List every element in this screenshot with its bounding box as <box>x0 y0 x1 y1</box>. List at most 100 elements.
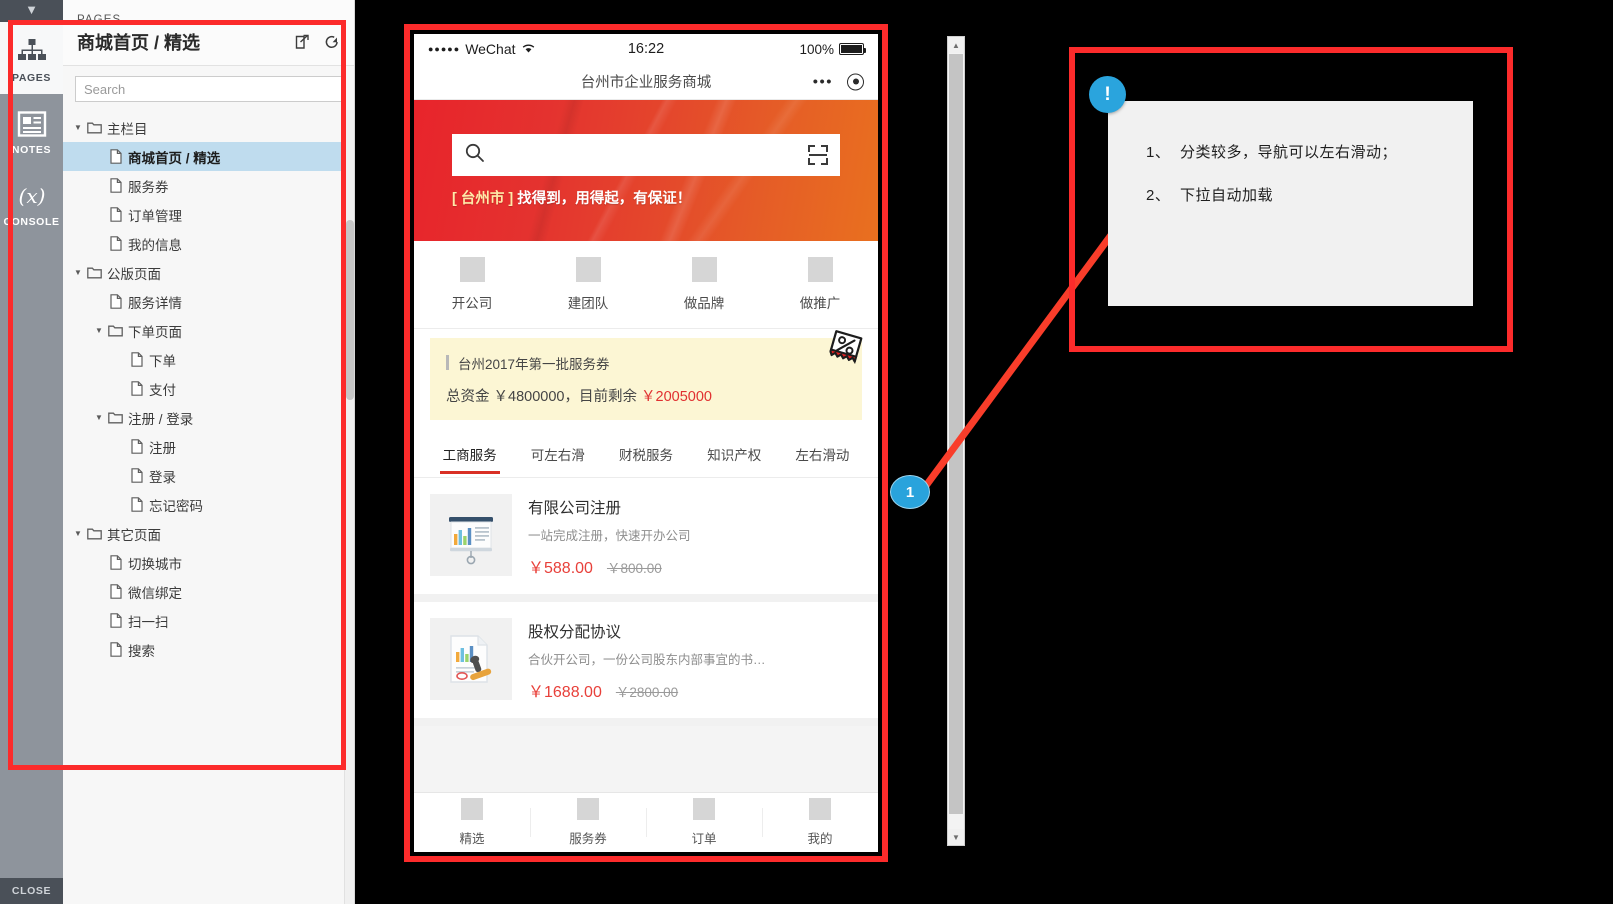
chevron-down-icon[interactable]: ▼ <box>71 529 85 538</box>
notes-icon <box>17 105 47 143</box>
rail-item-console[interactable]: (x) CONSOLE <box>0 166 63 238</box>
chevron-down-icon[interactable]: ▼ <box>92 413 106 422</box>
tree-item-label: 服务详情 <box>128 295 182 311</box>
chevron-down-icon[interactable]: ▼ <box>71 268 85 277</box>
annotation-line: 1、 分类较多，导航可以左右滑动； <box>1146 141 1473 162</box>
page-icon <box>127 381 146 396</box>
scroll-down-arrow-icon[interactable]: ▼ <box>948 829 964 845</box>
folder-icon <box>106 411 125 424</box>
tree-page[interactable]: 我的信息 <box>63 229 354 258</box>
tree-page[interactable]: 登录 <box>63 461 354 490</box>
tree-page[interactable]: 忘记密码 <box>63 490 354 519</box>
tree-folder[interactable]: ▼ 下单页面 <box>63 316 354 345</box>
chevron-down-icon[interactable]: ▼ <box>92 326 106 335</box>
tree-item-label: 服务券 <box>128 179 169 195</box>
annotation-line-text: 分类较多，导航可以左右滑动； <box>1180 144 1398 161</box>
rail-label-notes: NOTES <box>11 143 52 156</box>
rail-close-button[interactable]: CLOSE <box>0 878 63 904</box>
page-icon <box>127 439 146 454</box>
pages-panel-header: PAGES 商城首页 / 精选 <box>63 0 354 65</box>
tree-page[interactable]: 微信绑定 <box>63 577 354 606</box>
page-icon <box>106 178 125 193</box>
tree-page[interactable]: 搜索 <box>63 635 354 664</box>
rail-item-pages[interactable]: PAGES <box>0 22 63 94</box>
rail-close-label: CLOSE <box>11 885 52 897</box>
annotation-line-text: 下拉自动加载 <box>1180 187 1274 204</box>
annotation-line-number: 2、 <box>1146 187 1171 204</box>
sitemap-icon <box>17 33 47 71</box>
rail-label-console: CONSOLE <box>3 215 60 228</box>
rail-item-notes[interactable]: NOTES <box>0 94 63 166</box>
tree-page[interactable]: 服务券 <box>63 171 354 200</box>
page-scroll-thumb[interactable] <box>949 54 963 814</box>
tree-item-label: 主栏目 <box>107 121 148 137</box>
tree-item-label: 忘记密码 <box>149 498 203 514</box>
page-vertical-scrollbar[interactable]: ▲ ▼ <box>947 36 965 846</box>
panel-eyebrow: PAGES <box>77 14 122 26</box>
reload-icon[interactable] <box>324 34 340 50</box>
search-input[interactable] <box>75 76 342 102</box>
svg-text:(x): (x) <box>18 184 45 208</box>
page-icon <box>127 497 146 512</box>
tree-item-label: 公版页面 <box>107 266 161 282</box>
page-icon <box>106 236 125 251</box>
tree-item-label: 微信绑定 <box>128 585 182 601</box>
chevron-down-icon: ▼ <box>25 2 38 18</box>
tree-item-label: 下单页面 <box>128 324 182 340</box>
tree-item-label: 订单管理 <box>128 208 182 224</box>
page-icon <box>106 613 125 628</box>
tree-page[interactable]: 切换城市 <box>63 548 354 577</box>
tree-item-label: 切换城市 <box>128 556 182 572</box>
page-icon <box>106 584 125 599</box>
annotation-line-number: 1、 <box>1146 144 1171 161</box>
pages-panel: PAGES 商城首页 / 精选 Search ▼ 主栏目 商城首页 / 精选 服… <box>63 0 355 904</box>
annotation-card: 1、 分类较多，导航可以左右滑动； 2、 下拉自动加载 <box>1108 101 1473 306</box>
tree-folder[interactable]: ▼ 公版页面 <box>63 258 354 287</box>
page-icon <box>106 642 125 657</box>
tree-item-label: 注册 / 登录 <box>128 411 194 427</box>
page-icon <box>106 555 125 570</box>
tree-item-label: 注册 <box>149 440 176 456</box>
annotation-badge[interactable]: ! <box>1089 76 1126 113</box>
tree-item-label: 商城首页 / 精选 <box>128 150 221 166</box>
console-x-icon: (x) <box>14 177 50 215</box>
folder-icon <box>106 324 125 337</box>
tree-page[interactable]: 服务详情 <box>63 287 354 316</box>
rail-collapse-button[interactable]: ▼ <box>0 0 63 22</box>
highlight-frame-phone <box>404 24 888 862</box>
page-icon <box>106 149 125 164</box>
tree-item-label: 支付 <box>149 382 176 398</box>
folder-icon <box>85 121 104 134</box>
search-container <box>63 66 354 110</box>
page-icon <box>106 207 125 222</box>
folder-icon <box>85 266 104 279</box>
tree-folder[interactable]: ▼ 注册 / 登录 <box>63 403 354 432</box>
tree-page[interactable]: 订单管理 <box>63 200 354 229</box>
tree-page[interactable]: 注册 <box>63 432 354 461</box>
tree-folder[interactable]: ▼ 主栏目 <box>63 113 354 142</box>
page-icon <box>106 294 125 309</box>
page-title: 商城首页 / 精选 <box>77 33 201 53</box>
chevron-down-icon[interactable]: ▼ <box>71 123 85 132</box>
annotation-line: 2、 下拉自动加载 <box>1146 184 1473 205</box>
rail-label-pages: PAGES <box>12 71 51 84</box>
tree-item-label: 登录 <box>149 469 176 485</box>
page-icon <box>127 352 146 367</box>
folder-icon <box>85 527 104 540</box>
tree-page[interactable]: 支付 <box>63 374 354 403</box>
scroll-up-arrow-icon[interactable]: ▲ <box>948 37 964 53</box>
tree-page[interactable]: 扫一扫 <box>63 606 354 635</box>
pages-tree-scrollbar[interactable] <box>344 110 354 904</box>
tree-item-label: 搜索 <box>128 643 155 659</box>
tree-folder[interactable]: ▼ 其它页面 <box>63 519 354 548</box>
pages-tree-scroll-thumb[interactable] <box>346 220 354 400</box>
tree-item-label: 其它页面 <box>107 527 161 543</box>
tree-page[interactable]: 商城首页 / 精选 <box>63 142 354 171</box>
app-root: ▼ PAGES NOTES (x) CONSOLE CLOSE PAGES 商城… <box>0 0 1613 904</box>
tree-item-label: 下单 <box>149 353 176 369</box>
page-icon <box>127 468 146 483</box>
tree-page[interactable]: 下单 <box>63 345 354 374</box>
open-in-new-icon[interactable] <box>295 34 311 50</box>
annotation-marker-1[interactable]: 1 <box>890 475 930 509</box>
left-icon-rail: ▼ PAGES NOTES (x) CONSOLE CLOSE <box>0 0 63 904</box>
